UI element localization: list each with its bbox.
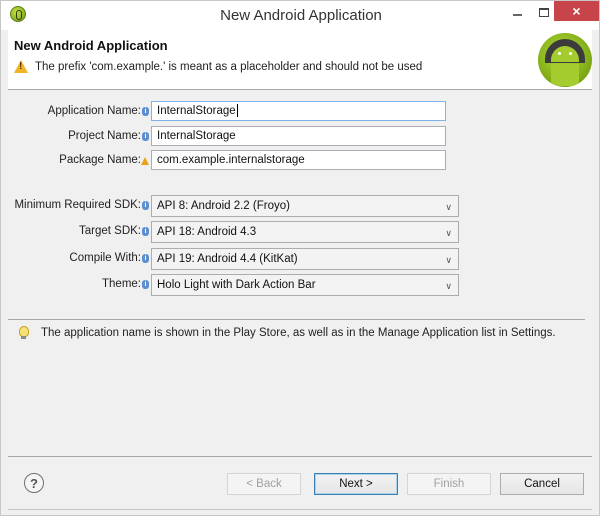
back-button[interactable]: < Back bbox=[227, 473, 301, 495]
theme-select[interactable]: Holo Light with Dark Action Bar ∨ bbox=[151, 274, 459, 296]
footer-separator bbox=[8, 456, 592, 457]
info-icon: i bbox=[142, 107, 149, 116]
compile-with-label: Compile With: bbox=[69, 252, 141, 264]
finish-button[interactable]: Finish bbox=[407, 473, 491, 495]
min-sdk-select[interactable]: API 8: Android 2.2 (Froyo) ∨ bbox=[151, 195, 459, 217]
title-bar[interactable]: New Android Application × bbox=[1, 1, 599, 30]
package-name-input[interactable]: com.example.internalstorage bbox=[151, 150, 446, 170]
cancel-button[interactable]: Cancel bbox=[500, 473, 584, 495]
min-sdk-value: API 8: Android 2.2 (Froyo) bbox=[157, 200, 290, 212]
info-icon: i bbox=[142, 227, 149, 236]
warning-icon bbox=[14, 60, 28, 73]
wizard-header: New Android Application The prefix 'com.… bbox=[8, 30, 592, 90]
theme-value: Holo Light with Dark Action Bar bbox=[157, 279, 316, 291]
maximize-icon bbox=[539, 7, 549, 17]
minimize-button[interactable] bbox=[504, 1, 530, 23]
info-icon: i bbox=[142, 132, 149, 141]
android-eye-right bbox=[569, 52, 572, 55]
chevron-down-icon: ∨ bbox=[445, 202, 452, 212]
help-button[interactable]: ? bbox=[24, 473, 44, 493]
min-sdk-label: Minimum Required SDK: bbox=[14, 199, 141, 211]
warning-icon bbox=[141, 157, 149, 165]
theme-label: Theme: bbox=[102, 278, 141, 290]
close-icon: × bbox=[572, 3, 581, 19]
wizard-title: New Android Application bbox=[14, 38, 168, 53]
application-name-value: InternalStorage bbox=[157, 105, 236, 117]
project-name-input[interactable]: InternalStorage bbox=[151, 126, 446, 146]
application-name-label: Application Name: bbox=[47, 105, 141, 117]
android-eye-left bbox=[558, 52, 561, 55]
application-name-input[interactable]: InternalStorage bbox=[151, 101, 446, 121]
wizard-message: The prefix 'com.example.' is meant as a … bbox=[14, 60, 422, 73]
compile-with-value: API 19: Android 4.4 (KitKat) bbox=[157, 253, 298, 265]
wizard-message-text: The prefix 'com.example.' is meant as a … bbox=[35, 60, 423, 73]
package-name-label: Package Name: bbox=[59, 154, 141, 166]
text-caret bbox=[236, 104, 238, 118]
dialog-window: New Android Application × New Android Ap… bbox=[0, 0, 600, 516]
chevron-down-icon: ∨ bbox=[445, 255, 452, 265]
lightbulb-icon bbox=[19, 326, 29, 339]
info-icon: i bbox=[142, 280, 149, 289]
next-button[interactable]: Next > bbox=[314, 473, 398, 495]
info-icon: i bbox=[142, 254, 149, 263]
target-sdk-value: API 18: Android 4.3 bbox=[157, 226, 257, 238]
info-icon: i bbox=[142, 201, 149, 210]
android-body bbox=[551, 64, 579, 86]
hint-text: The application name is shown in the Pla… bbox=[41, 326, 556, 339]
android-logo bbox=[538, 33, 592, 87]
form-area: Application Name: i InternalStorage Proj… bbox=[8, 91, 592, 451]
hint-message: The application name is shown in the Pla… bbox=[19, 326, 556, 339]
minimize-icon bbox=[512, 14, 522, 16]
target-sdk-label: Target SDK: bbox=[79, 225, 141, 237]
window-bottom-border bbox=[8, 509, 592, 510]
chevron-down-icon: ∨ bbox=[445, 228, 452, 238]
compile-with-select[interactable]: API 19: Android 4.4 (KitKat) ∨ bbox=[151, 248, 459, 270]
help-icon: ? bbox=[30, 475, 38, 491]
close-button[interactable]: × bbox=[554, 1, 599, 21]
target-sdk-select[interactable]: API 18: Android 4.3 ∨ bbox=[151, 221, 459, 243]
chevron-down-icon: ∨ bbox=[445, 281, 452, 291]
project-name-label: Project Name: bbox=[68, 130, 141, 142]
hint-separator bbox=[8, 319, 585, 320]
